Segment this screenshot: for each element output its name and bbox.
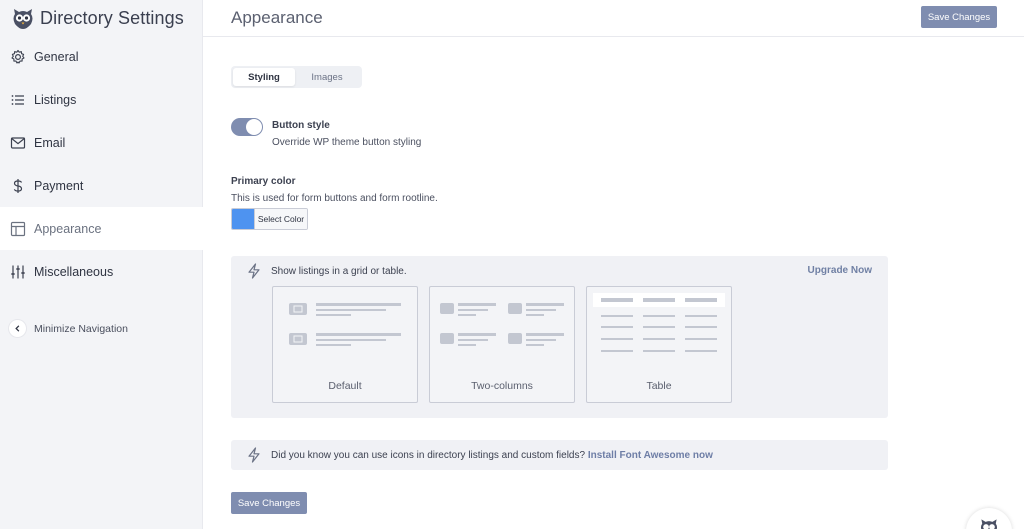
save-changes-button-top[interactable]: Save Changes <box>921 6 997 28</box>
sidebar-item-general[interactable]: General <box>0 35 203 78</box>
sidebar-item-label: Appearance <box>34 221 102 236</box>
dollar-icon <box>10 178 26 194</box>
tabs: Styling Images <box>231 66 362 88</box>
sidebar-item-label: Email <box>34 135 66 150</box>
layout-option-default[interactable]: Default <box>272 286 418 403</box>
primary-color-description: This is used for form buttons and form r… <box>231 193 438 204</box>
gear-icon <box>10 49 26 65</box>
brand-title: Directory Settings <box>40 7 184 28</box>
layout-option-label: Default <box>328 380 362 392</box>
sliders-icon <box>10 264 26 280</box>
header: Appearance Save Changes <box>203 0 1024 37</box>
sidebar-item-label: Payment <box>34 178 84 193</box>
envelope-icon <box>10 135 26 151</box>
layout-option-table[interactable]: Table <box>586 286 732 403</box>
page-title: Appearance <box>231 8 323 27</box>
button-style-title: Button style <box>272 120 330 131</box>
bolt-icon <box>247 447 261 463</box>
primary-color-title: Primary color <box>231 176 296 187</box>
table-layout-preview <box>593 293 725 352</box>
sidebar-item-email[interactable]: Email <box>0 121 203 164</box>
button-style-description: Override WP theme button styling <box>272 137 422 148</box>
sidebar-item-label: General <box>34 49 79 64</box>
layout-upgrade-panel: Show listings in a grid or table. Upgrad… <box>231 256 888 418</box>
button-style-toggle[interactable] <box>231 118 263 136</box>
tip-text: Did you know you can use icons in direct… <box>271 450 713 461</box>
sidebar-item-label: Listings <box>34 92 77 107</box>
save-changes-button-bottom[interactable]: Save Changes <box>231 492 307 514</box>
minimize-navigation-label: Minimize Navigation <box>34 322 128 335</box>
help-widget-button[interactable] <box>966 508 1012 529</box>
toggle-knob <box>246 119 262 135</box>
layout-icon <box>10 221 26 237</box>
font-awesome-tip: Did you know you can use icons in direct… <box>231 440 888 470</box>
tab-styling[interactable]: Styling <box>233 68 295 86</box>
tab-images[interactable]: Images <box>295 68 359 86</box>
bolt-icon <box>247 263 261 279</box>
sidebar-nav: General Listings Email Payment Appearanc… <box>0 35 203 293</box>
select-color-label: Select Color <box>254 209 307 229</box>
sidebar-item-miscellaneous[interactable]: Miscellaneous <box>0 250 203 293</box>
sidebar: Directory Settings General Listings Emai… <box>0 0 203 529</box>
upgrade-now-link[interactable]: Upgrade Now <box>808 265 872 276</box>
install-font-awesome-link[interactable]: Install Font Awesome now <box>588 450 713 461</box>
color-swatch <box>232 209 254 229</box>
layout-panel-title: Show listings in a grid or table. <box>271 266 407 277</box>
layout-option-label: Table <box>646 380 672 392</box>
sidebar-item-appearance[interactable]: Appearance <box>0 207 203 250</box>
tip-message: Did you know you can use icons in direct… <box>271 450 586 461</box>
default-layout-preview <box>289 303 401 346</box>
brand: Directory Settings <box>10 5 184 31</box>
primary-color-picker[interactable]: Select Color <box>231 208 308 230</box>
layout-option-two-columns[interactable]: Two-columns <box>429 286 575 403</box>
sidebar-item-payment[interactable]: Payment <box>0 164 203 207</box>
sidebar-item-label: Miscellaneous <box>34 264 114 279</box>
list-icon <box>10 92 26 108</box>
owl-logo-icon <box>10 5 36 31</box>
chevron-left-icon <box>9 320 26 337</box>
two-columns-layout-preview <box>440 303 564 346</box>
layout-option-label: Two-columns <box>471 380 533 392</box>
sidebar-item-listings[interactable]: Listings <box>0 78 203 121</box>
owl-help-icon <box>978 516 1000 529</box>
minimize-navigation-button[interactable]: Minimize Navigation <box>9 320 128 337</box>
